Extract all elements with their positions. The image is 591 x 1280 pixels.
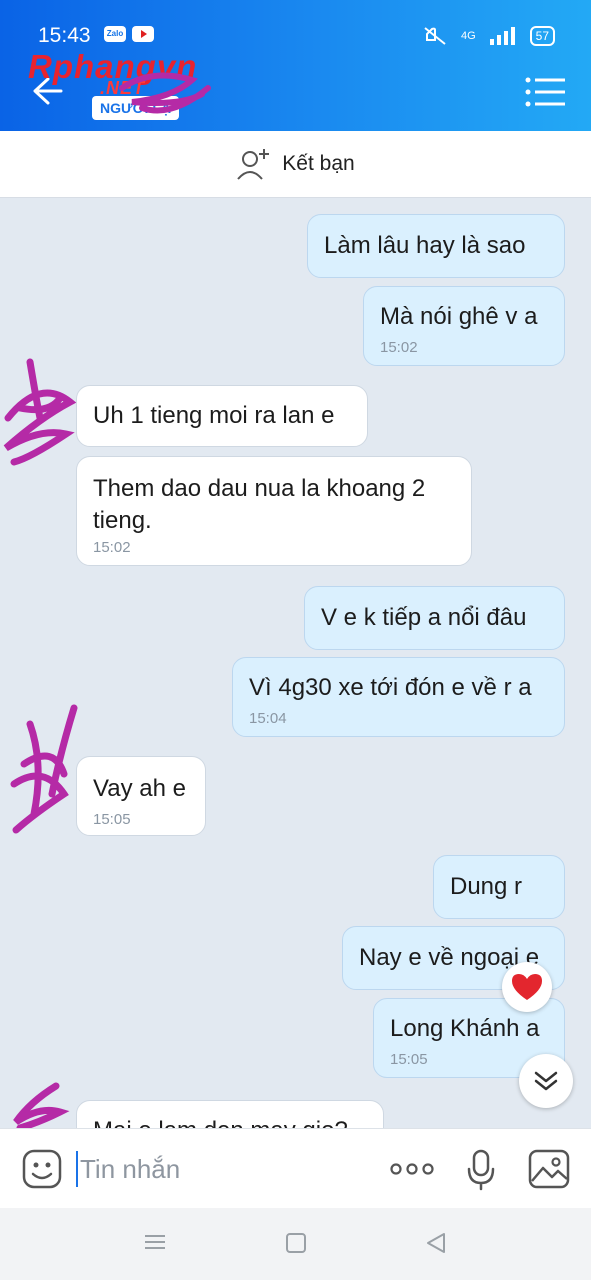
signal-icon	[489, 27, 515, 45]
header-bar: 15:43 Zalo 4G 57 Rphangvn .NET NGƯỜI LẠ	[0, 0, 591, 131]
menu-list-icon[interactable]	[525, 76, 567, 108]
scroll-down-button[interactable]	[519, 1054, 573, 1108]
add-friend-icon	[237, 149, 270, 180]
message-text: tieng.	[93, 507, 152, 534]
message-text: Vay ah e	[93, 775, 186, 802]
message-input[interactable]	[80, 1149, 370, 1189]
message-text: Mà nói ghê v a	[380, 303, 538, 330]
message-bubble-outgoing[interactable]: Dung r	[433, 855, 565, 919]
status-time: 15:43	[38, 24, 91, 47]
avatar-redaction-scribble	[13, 1082, 70, 1128]
message-bubble-incoming[interactable]: Mai e lam den may gio?	[76, 1100, 384, 1128]
message-bubble-incoming[interactable]: Vay ah e 15:05	[76, 756, 206, 836]
name-redaction-scribble	[119, 72, 211, 114]
message-bubble-incoming[interactable]: Them dao dau nua la khoang 2 tieng. 15:0…	[76, 456, 472, 566]
scroll-down-icon	[534, 1071, 558, 1091]
message-text: Dung r	[450, 873, 523, 900]
message-text: V e k tiếp a nổi đâu	[321, 604, 527, 631]
message-bubble-incoming[interactable]: Uh 1 tieng moi ra lan e	[76, 385, 368, 447]
emoji-icon[interactable]	[22, 1149, 62, 1189]
message-text: Mai e lam den may gio?	[93, 1117, 348, 1128]
message-bubble-outgoing[interactable]: Mà nói ghê v a 15:02	[363, 286, 565, 366]
message-time: 15:05	[93, 811, 131, 828]
mute-icon	[424, 27, 446, 45]
more-dots-icon[interactable]	[390, 1149, 434, 1189]
message-bubble-outgoing[interactable]: Vì 4g30 xe tới đón e về r a 15:04	[232, 657, 565, 737]
message-input-bar	[0, 1128, 591, 1208]
system-navigation-bar	[0, 1208, 591, 1280]
text-caret	[76, 1151, 78, 1187]
microphone-icon[interactable]	[466, 1149, 496, 1191]
heart-reaction-icon	[512, 974, 542, 1000]
heart-reaction-button[interactable]	[502, 962, 552, 1012]
message-bubble-outgoing[interactable]: V e k tiếp a nổi đâu	[304, 586, 565, 650]
back-button-icon[interactable]	[425, 1232, 447, 1254]
status-icons: 4G 57	[423, 26, 555, 46]
home-button-icon[interactable]	[285, 1232, 307, 1254]
battery-indicator: 57	[529, 26, 555, 46]
message-time: 15:02	[380, 339, 418, 356]
message-time: 15:04	[249, 710, 287, 727]
zalo-notification-icon: Zalo	[104, 26, 126, 42]
message-text: Long Khánh a	[390, 1015, 540, 1042]
image-icon[interactable]	[528, 1149, 570, 1189]
message-time: 15:02	[93, 539, 131, 556]
youtube-notification-icon	[132, 26, 154, 42]
network-type: 4G	[460, 30, 476, 42]
avatar-redaction-scribble	[10, 704, 78, 834]
message-text: Them dao dau nua la khoang 2	[93, 475, 426, 502]
add-friend-bar[interactable]: Kết bạn	[0, 131, 591, 198]
message-text: Vì 4g30 xe tới đón e về r a	[249, 674, 532, 701]
recent-apps-icon[interactable]	[144, 1232, 166, 1252]
message-bubble-outgoing[interactable]: Làm lâu hay là sao	[307, 214, 565, 278]
avatar-redaction-scribble	[3, 358, 77, 466]
add-friend-label: Kết bạn	[282, 152, 355, 175]
message-text: Uh 1 tieng moi ra lan e	[93, 402, 335, 429]
message-text: Làm lâu hay là sao	[324, 232, 526, 259]
